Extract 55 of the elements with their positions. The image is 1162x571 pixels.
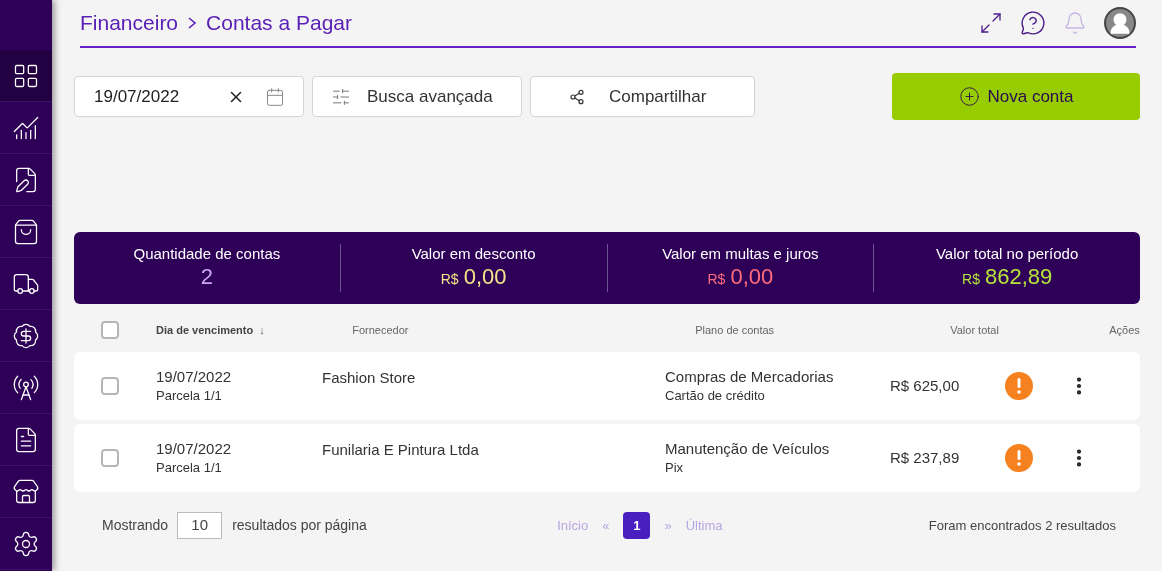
- stat-label: Valor em desconto: [411, 244, 536, 264]
- due-date: 19/07/2022: [156, 439, 233, 459]
- column-header[interactable]: Dia de vencimento: [156, 321, 254, 339]
- select-all-checkbox[interactable]: [101, 321, 119, 339]
- antenna-icon: [12, 373, 40, 402]
- total-value: R$ 237,89: [890, 447, 961, 468]
- results-count: Foram encontrados 2 resultados: [928, 516, 1116, 535]
- account-plan: Manutenção de Veículos: [665, 439, 831, 459]
- share-button[interactable]: Compartilhar: [530, 76, 755, 117]
- installment-text: Parcela 1/1: [156, 459, 223, 477]
- column-header: Ações: [1109, 322, 1140, 338]
- sliders-icon: [331, 86, 351, 107]
- stat-value: R$ 0,00: [440, 264, 507, 291]
- showing-label: Mostrando: [102, 516, 169, 535]
- supplier-name: Fashion Store: [322, 369, 416, 386]
- share-icon: [569, 88, 585, 105]
- page-title: Contas a Pagar: [206, 10, 352, 37]
- stat-label: Quantidade de contas: [133, 244, 281, 264]
- row-checkbox[interactable]: [101, 377, 119, 395]
- account-plan: Compras de Mercadorias: [665, 367, 835, 387]
- column-header: Fornecedor: [352, 322, 410, 338]
- sort-arrow-icon[interactable]: ↓: [259, 321, 353, 339]
- calendar-icon[interactable]: [265, 86, 285, 107]
- column-header: Valor total: [950, 322, 1000, 338]
- column-header: Plano de contas: [695, 322, 776, 338]
- chevron-icon: [186, 16, 199, 30]
- table-row[interactable]: 19/07/2022 Parcela 1/1 Fashion Store Compras de Mercadorias Cartão de crédito R$ 625,00: [74, 352, 1140, 420]
- bag-icon: [12, 217, 40, 246]
- advanced-search-button[interactable]: Busca avançada: [312, 76, 522, 117]
- table-row[interactable]: 19/07/2022 Parcela 1/1 Funilaria E Pintura Ltda Manutenção de Veículos Pix R$ 237,89: [74, 424, 1140, 492]
- sidebar-item[interactable]: [0, 50, 52, 102]
- store-icon: [12, 477, 40, 506]
- payment-method: Cartão de crédito: [665, 387, 766, 405]
- settings-icon: [12, 529, 40, 558]
- avatar[interactable]: [1104, 7, 1136, 39]
- help-icon[interactable]: [1020, 10, 1046, 36]
- pagination-link[interactable]: 1: [623, 512, 651, 539]
- payment-method: Pix: [665, 459, 685, 477]
- date-field[interactable]: 19/07/2022: [74, 76, 304, 117]
- stat-label: Valor total no período: [935, 244, 1079, 264]
- stat-value: R$ 862,89: [962, 264, 1053, 291]
- due-date: 19/07/2022: [156, 367, 233, 387]
- stat-value: 2: [200, 264, 213, 291]
- installment-text: Parcela 1/1: [156, 387, 223, 405]
- per-page-label: resultados por página: [232, 516, 368, 535]
- fullscreen-icon[interactable]: [979, 11, 1003, 35]
- total-value: R$ 625,00: [890, 375, 961, 396]
- stat-value: R$ 0,00: [707, 264, 774, 291]
- per-page-field[interactable]: 10: [177, 512, 223, 539]
- breadcrumb-link[interactable]: Financeiro: [80, 7, 179, 39]
- row-checkbox[interactable]: [101, 449, 119, 467]
- supplier-name: Funilaria E Pintura Ltda: [322, 441, 479, 458]
- stat-label: Valor em multas e juros: [662, 244, 819, 264]
- plus-icon: [958, 86, 980, 107]
- new-account-button[interactable]: Nova conta: [892, 73, 1140, 120]
